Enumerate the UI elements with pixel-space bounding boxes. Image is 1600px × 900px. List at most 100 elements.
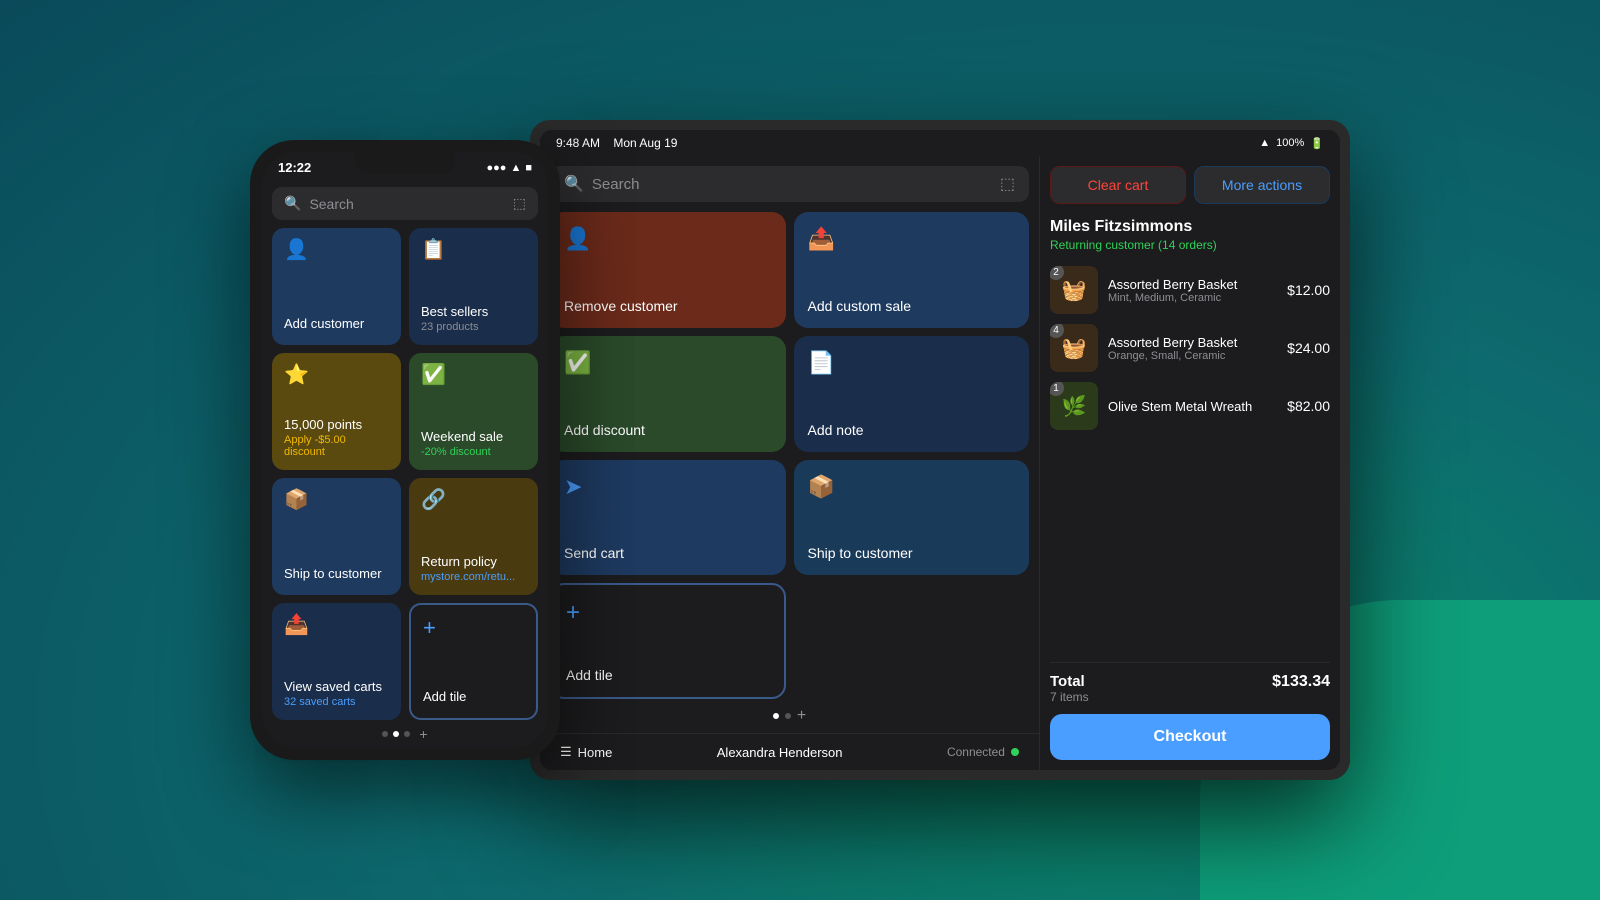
tablet-tile-ship-label: Ship to customer bbox=[808, 545, 1016, 561]
saved-carts-icon: 📤 bbox=[284, 615, 389, 635]
tablet-tile-add-custom-sale[interactable]: 📤 Add custom sale bbox=[794, 212, 1030, 328]
phone-tile-points-sublabel: Apply -$5.00 discount bbox=[284, 434, 389, 458]
search-icon: 🔍 bbox=[284, 195, 301, 212]
signal-icon: ●●● bbox=[487, 162, 507, 174]
phone-tile-ship-to-customer[interactable]: 📦 Ship to customer bbox=[272, 478, 401, 595]
cart-total-left: Total 7 items bbox=[1050, 673, 1089, 704]
tablet-time-date: 9:48 AM Mon Aug 19 bbox=[556, 136, 677, 150]
connected-dot bbox=[1011, 748, 1019, 756]
cart-item-3-info: Olive Stem Metal Wreath bbox=[1108, 399, 1277, 414]
tablet-scan-icon[interactable]: ⬚ bbox=[1000, 174, 1015, 194]
tablet-tile-empty bbox=[794, 583, 1030, 699]
cart-total-items: 7 items bbox=[1050, 690, 1089, 704]
customer-name: Miles Fitzsimmons bbox=[1050, 218, 1330, 236]
phone-search-bar[interactable]: 🔍 Search ⬚ bbox=[272, 187, 538, 220]
phone-tile-points[interactable]: ⭐ 15,000 points Apply -$5.00 discount bbox=[272, 353, 401, 470]
phone-dot-0[interactable] bbox=[382, 731, 388, 737]
tablet-add-page-icon[interactable]: + bbox=[797, 707, 806, 725]
phone-tile-view-saved-carts[interactable]: 📤 View saved carts 32 saved carts bbox=[272, 603, 401, 720]
tablet-connection-status: Connected bbox=[947, 745, 1019, 759]
phone-tile-add[interactable]: + Add tile bbox=[409, 603, 538, 720]
tablet-home-label: Home bbox=[578, 745, 613, 760]
checkout-button[interactable]: Checkout bbox=[1050, 714, 1330, 760]
more-actions-button[interactable]: More actions bbox=[1194, 166, 1330, 204]
customer-status: Returning customer (14 orders) bbox=[1050, 238, 1330, 252]
cart-item-2-price: $24.00 bbox=[1287, 340, 1330, 356]
cart-total-label: Total bbox=[1050, 673, 1089, 690]
phone-tile-add-customer[interactable]: 👤 Add customer bbox=[272, 228, 401, 345]
phone-tile-weekend-sale-sublabel: -20% discount bbox=[421, 446, 526, 458]
tablet-right-panel: Clear cart More actions Miles Fitzsimmon… bbox=[1040, 156, 1340, 770]
return-icon: 🔗 bbox=[421, 490, 526, 510]
cart-item-2-badge: 4 bbox=[1050, 324, 1064, 338]
tablet-search-icon: 🔍 bbox=[564, 174, 584, 194]
tablet-bottom-nav: ☰ Home Alexandra Henderson Connected bbox=[540, 733, 1039, 770]
add-note-icon: 📄 bbox=[808, 350, 1016, 376]
cart-item-3-price: $82.00 bbox=[1287, 398, 1330, 414]
phone-tile-return-policy[interactable]: 🔗 Return policy mystore.com/retu... bbox=[409, 478, 538, 595]
tablet-main-area: 🔍 Search ⬚ 👤 Remove customer 📤 bbox=[540, 156, 1340, 770]
battery-icon: ■ bbox=[525, 162, 532, 174]
tablet-screen: 9:48 AM Mon Aug 19 ▲ 100% 🔋 bbox=[540, 130, 1340, 770]
tablet-home-nav[interactable]: ☰ Home bbox=[560, 744, 612, 760]
points-icon: ⭐ bbox=[284, 365, 389, 385]
cart-item-2-variant: Orange, Small, Ceramic bbox=[1108, 350, 1277, 362]
tablet-tile-send-cart-label: Send cart bbox=[564, 545, 772, 561]
tablet-left-panel: 🔍 Search ⬚ 👤 Remove customer 📤 bbox=[540, 156, 1040, 770]
cart-item-1: 2 🧺 Assorted Berry Basket Mint, Medium, … bbox=[1050, 266, 1330, 314]
tablet-dot-1[interactable] bbox=[785, 713, 791, 719]
tablet-time: 9:48 AM bbox=[556, 136, 600, 150]
tablet-tile-remove-label: Remove customer bbox=[564, 298, 772, 314]
ship-icon: 📦 bbox=[284, 490, 389, 510]
tablet-action-buttons: Clear cart More actions bbox=[1050, 166, 1330, 204]
phone-tile-saved-sublabel: 32 saved carts bbox=[284, 696, 389, 708]
cart-item-2-image: 4 🧺 bbox=[1050, 324, 1098, 372]
clear-cart-button[interactable]: Clear cart bbox=[1050, 166, 1186, 204]
phone-dot-2[interactable] bbox=[404, 731, 410, 737]
tablet-battery-icon: 🔋 bbox=[1310, 137, 1324, 150]
cart-item-3-name: Olive Stem Metal Wreath bbox=[1108, 399, 1277, 414]
phone-tile-best-sellers-sublabel: 23 products bbox=[421, 321, 526, 333]
tablet-dot-0[interactable] bbox=[773, 713, 779, 719]
tablet-status-bar: 9:48 AM Mon Aug 19 ▲ 100% 🔋 bbox=[540, 130, 1340, 156]
phone-tile-add-label: Add tile bbox=[423, 689, 524, 706]
tablet-battery-label: 100% bbox=[1276, 137, 1304, 149]
tablet-tile-remove-customer[interactable]: 👤 Remove customer bbox=[550, 212, 786, 328]
tablet-search-placeholder: Search bbox=[592, 176, 640, 193]
tablet-tile-add-note[interactable]: 📄 Add note bbox=[794, 336, 1030, 452]
phone-tile-saved-label: View saved carts bbox=[284, 679, 389, 696]
tablet-ship-icon: 📦 bbox=[808, 474, 1016, 500]
phone-tile-best-sellers-label: Best sellers bbox=[421, 304, 526, 321]
tablet-tile-add-discount[interactable]: ✅ Add discount bbox=[550, 336, 786, 452]
phone-screen: 12:22 ●●● ▲ ■ 🔍 Search ⬚ 👤 Add customer bbox=[262, 152, 548, 748]
scene: 12:22 ●●● ▲ ■ 🔍 Search ⬚ 👤 Add customer bbox=[250, 120, 1350, 780]
tablet-tile-ship-to-customer[interactable]: 📦 Ship to customer bbox=[794, 460, 1030, 576]
phone-tile-best-sellers[interactable]: 📋 Best sellers 23 products bbox=[409, 228, 538, 345]
tablet-date: Mon Aug 19 bbox=[613, 136, 677, 150]
tablet-search-bar[interactable]: 🔍 Search ⬚ bbox=[550, 166, 1029, 202]
phone-tile-ship-label: Ship to customer bbox=[284, 566, 389, 583]
tablet-tile-add[interactable]: + Add tile bbox=[550, 583, 786, 699]
cart-item-3: 1 🌿 Olive Stem Metal Wreath $82.00 bbox=[1050, 382, 1330, 430]
cart-item-1-info: Assorted Berry Basket Mint, Medium, Cera… bbox=[1108, 277, 1277, 304]
tablet-user-label: Alexandra Henderson bbox=[717, 745, 843, 760]
cart-item-1-variant: Mint, Medium, Ceramic bbox=[1108, 292, 1277, 304]
wifi-icon: ▲ bbox=[510, 162, 521, 174]
phone-tile-points-label: 15,000 points bbox=[284, 417, 389, 434]
cart-item-2: 4 🧺 Assorted Berry Basket Orange, Small,… bbox=[1050, 324, 1330, 372]
phone-tile-weekend-sale[interactable]: ✅ Weekend sale -20% discount bbox=[409, 353, 538, 470]
cart-item-1-badge: 2 bbox=[1050, 266, 1064, 280]
tablet-tile-send-cart[interactable]: ➤ Send cart bbox=[550, 460, 786, 576]
cart-item-3-image: 1 🌿 bbox=[1050, 382, 1098, 430]
phone-tile-grid: 👤 Add customer 📋 Best sellers 23 product… bbox=[262, 228, 548, 720]
phone-add-page-icon[interactable]: + bbox=[419, 726, 427, 742]
phone-page-dots: + bbox=[262, 720, 548, 748]
tablet-search-left: 🔍 Search bbox=[564, 174, 639, 194]
tablet-device: 9:48 AM Mon Aug 19 ▲ 100% 🔋 bbox=[530, 120, 1350, 780]
tablet-status-label: Connected bbox=[947, 745, 1005, 759]
phone-dot-1[interactable] bbox=[393, 731, 399, 737]
phone-time: 12:22 bbox=[278, 160, 311, 175]
tablet-tile-note-label: Add note bbox=[808, 422, 1016, 438]
phone-notch bbox=[355, 152, 455, 174]
phone-search-text: Search bbox=[309, 196, 353, 212]
